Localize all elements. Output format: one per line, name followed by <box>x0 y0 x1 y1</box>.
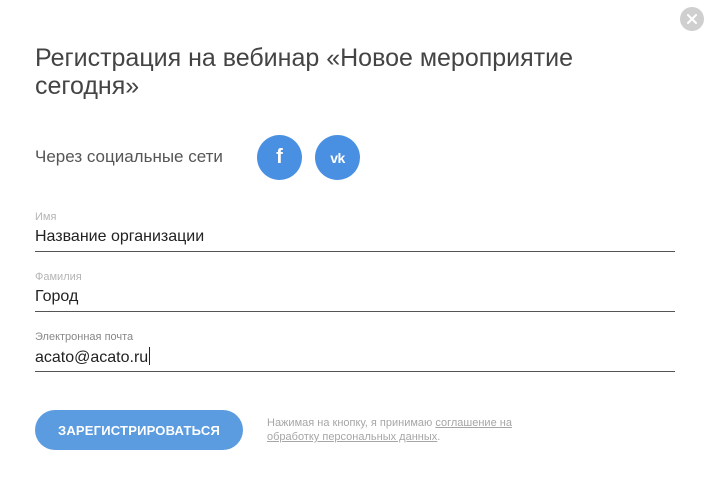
email-value: acato@acato.ru <box>35 349 149 366</box>
email-label: Электронная почта <box>35 331 134 343</box>
register-button[interactable]: ЗАРЕГИСТРИРОВАТЬСЯ <box>35 410 243 450</box>
first-name-label: Имя <box>35 211 57 223</box>
close-icon <box>687 14 697 24</box>
text-cursor <box>149 347 151 365</box>
social-login-label: Через социальные сети <box>35 147 223 166</box>
vk-button[interactable]: vk <box>315 135 360 180</box>
last-name-label: Фамилия <box>35 271 82 283</box>
last-name-field[interactable]: Фамилия Город <box>35 271 675 312</box>
consent-suffix: . <box>437 431 441 443</box>
facebook-button[interactable]: f <box>257 135 302 180</box>
close-button[interactable] <box>680 7 704 31</box>
email-field[interactable]: Электронная почта acato@acato.ru <box>35 331 675 372</box>
consent-notice: Нажимая на кнопку, я принимаю соглашение… <box>267 416 557 444</box>
dialog-title: Регистрация на вебинар «Новое мероприяти… <box>35 44 573 100</box>
email-input[interactable]: acato@acato.ru <box>35 347 675 368</box>
vk-icon: vk <box>330 149 345 166</box>
facebook-icon: f <box>276 146 283 168</box>
first-name-field[interactable]: Имя Название организации <box>35 211 675 252</box>
last-name-input[interactable]: Город <box>35 287 675 307</box>
consent-text: Нажимая на кнопку, я принимаю <box>267 417 436 429</box>
first-name-input[interactable]: Название организации <box>35 227 675 247</box>
